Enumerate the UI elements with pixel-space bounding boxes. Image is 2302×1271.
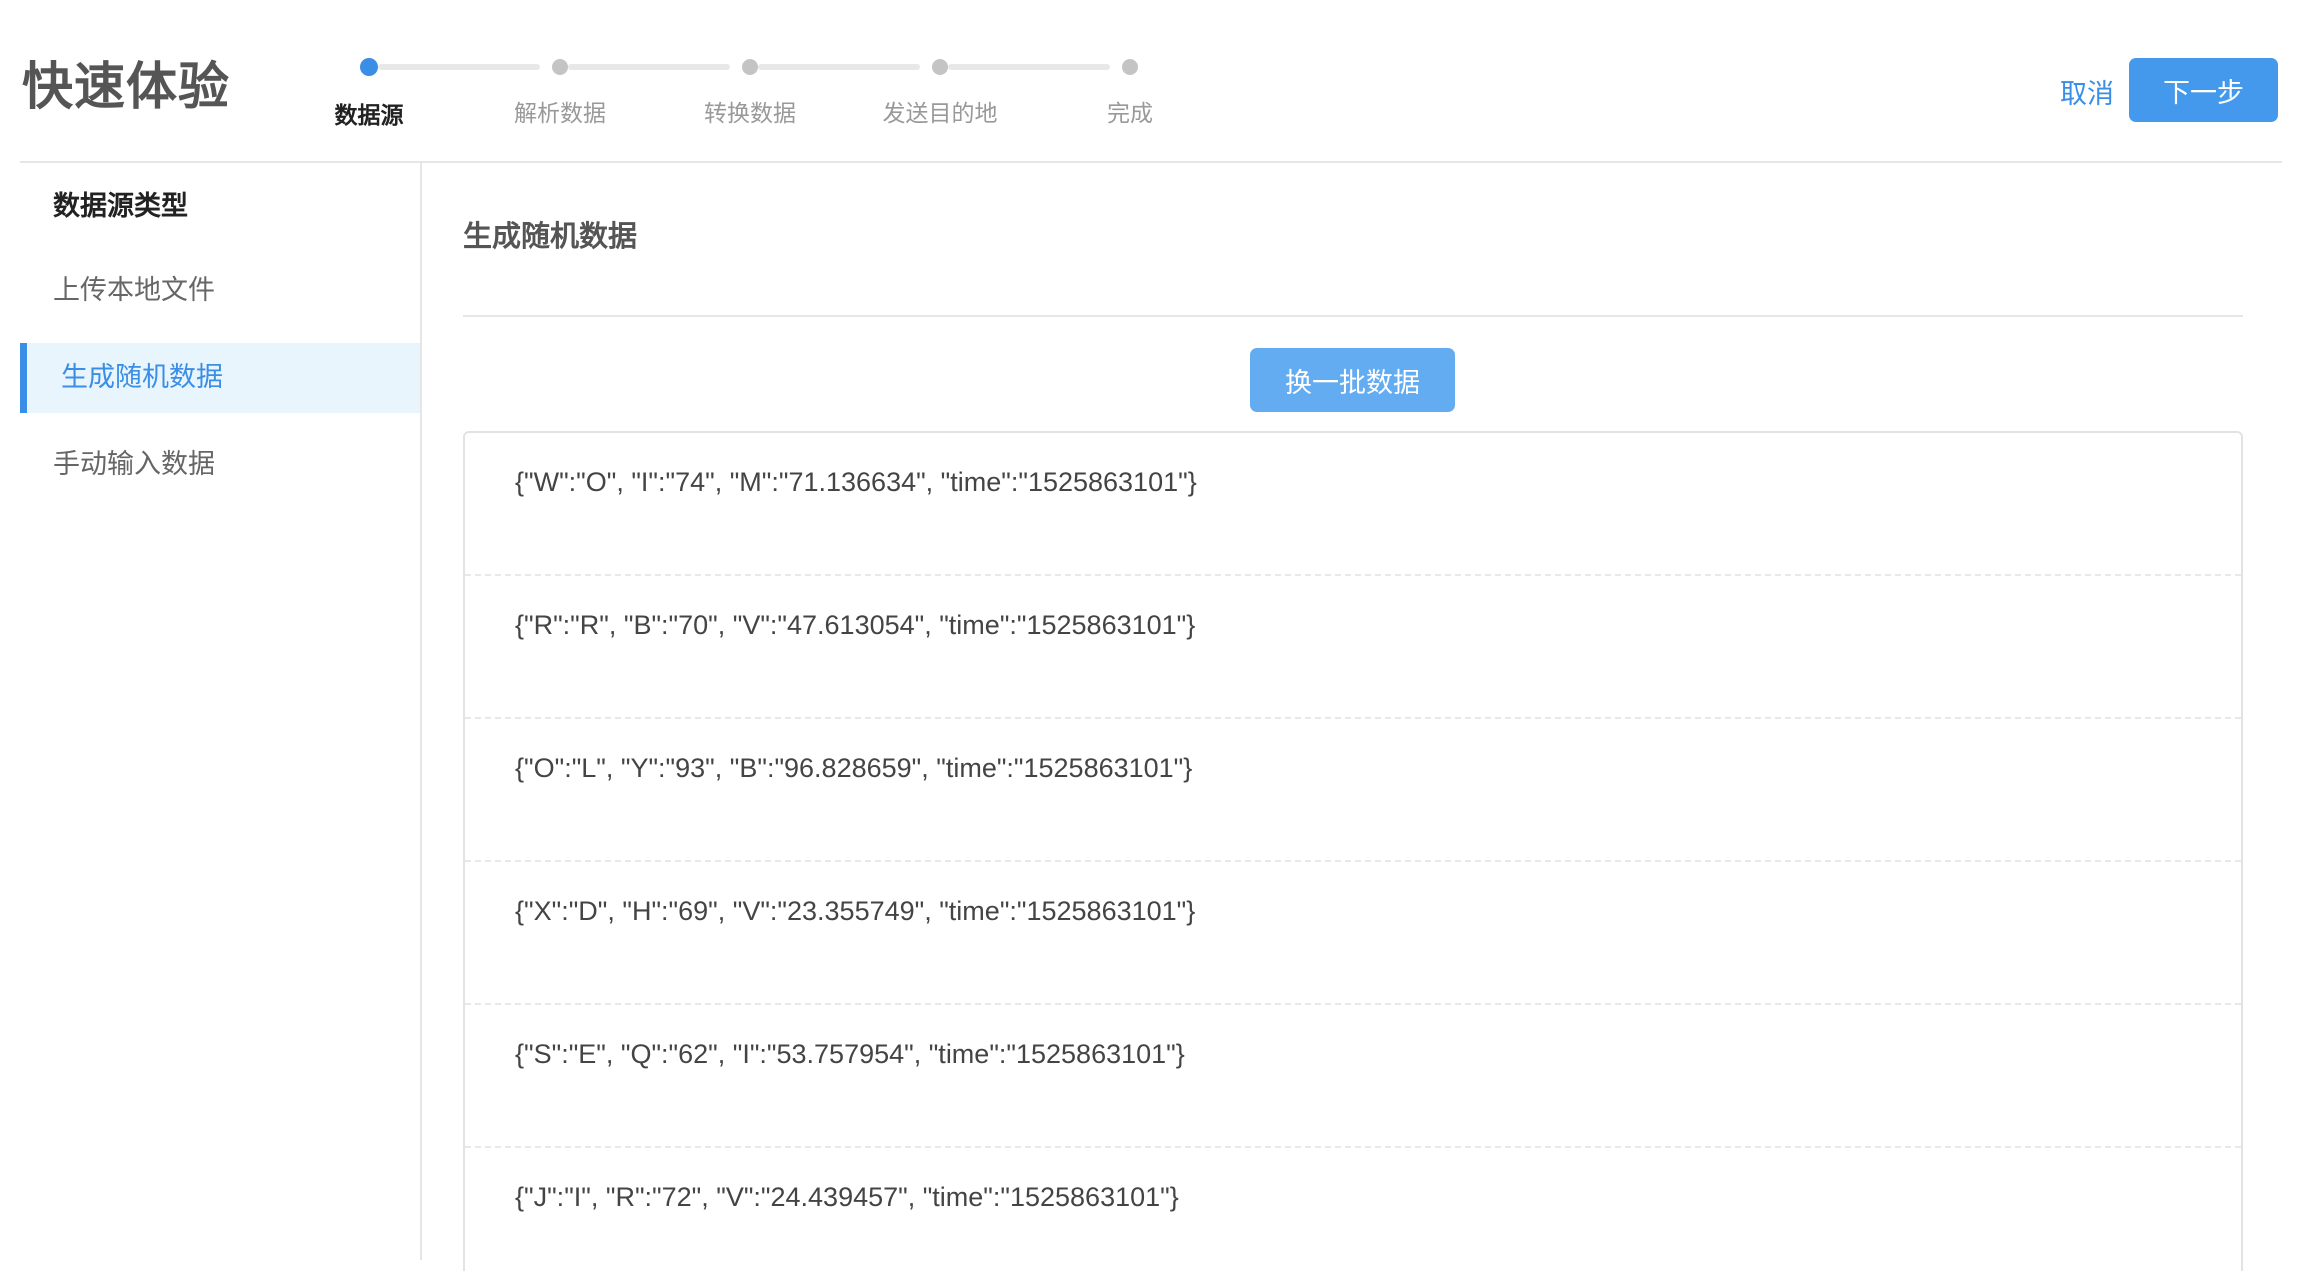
step-1-dot [360, 58, 378, 76]
step-5-dot [1122, 59, 1138, 75]
data-record: {"W":"O", "I":"74", "M":"71.136634", "ti… [465, 433, 2241, 576]
step-4-label: 发送目的地 [882, 101, 998, 127]
step-5-label: 完成 [1107, 101, 1153, 127]
data-record: {"R":"R", "B":"70", "V":"47.613054", "ti… [465, 576, 2241, 719]
top-header: 快速体验 数据源 解析数据 转换数据 发送目的地 完成 取消 下一步 [20, 0, 2282, 163]
step-4-dot [932, 59, 948, 75]
data-record: {"O":"L", "Y":"93", "B":"96.828659", "ti… [465, 719, 2241, 862]
sidebar: 数据源类型 上传本地文件 生成随机数据 手动输入数据 [20, 161, 422, 1260]
step-3-label: 转换数据 [704, 101, 796, 127]
step-connector [758, 64, 920, 70]
data-record: {"S":"E", "Q":"62", "I":"53.757954", "ti… [465, 1005, 2241, 1148]
step-connector [568, 64, 730, 70]
next-step-button[interactable]: 下一步 [2129, 58, 2278, 122]
step-connector [378, 64, 540, 70]
main-content: 生成随机数据 换一批数据 {"W":"O", "I":"74", "M":"71… [463, 161, 2243, 1271]
step-2-dot [552, 59, 568, 75]
sidebar-item-upload-local-file[interactable]: 上传本地文件 [20, 256, 420, 326]
divider [463, 315, 2243, 317]
step-2-label: 解析数据 [514, 101, 606, 127]
section-title: 生成随机数据 [463, 219, 638, 253]
data-record: {"X":"D", "H":"69", "V":"23.355749", "ti… [465, 862, 2241, 1005]
cancel-button[interactable]: 取消 [2060, 72, 2114, 111]
sidebar-heading: 数据源类型 [53, 191, 188, 222]
sidebar-item-manual-input-data[interactable]: 手动输入数据 [20, 430, 420, 500]
page-title: 快速体验 [22, 58, 231, 117]
step-connector [948, 64, 1110, 70]
progress-steps: 数据源 解析数据 转换数据 发送目的地 完成 [335, 56, 1540, 136]
random-data-list[interactable]: {"W":"O", "I":"74", "M":"71.136634", "ti… [463, 431, 2243, 1271]
step-3-dot [742, 59, 758, 75]
refresh-data-button[interactable]: 换一批数据 [1250, 348, 1455, 412]
data-record: {"J":"I", "R":"72", "V":"24.439457", "ti… [515, 1182, 1179, 1212]
step-1-label: 数据源 [334, 103, 404, 129]
sidebar-item-generate-random-data[interactable]: 生成随机数据 [20, 343, 420, 413]
